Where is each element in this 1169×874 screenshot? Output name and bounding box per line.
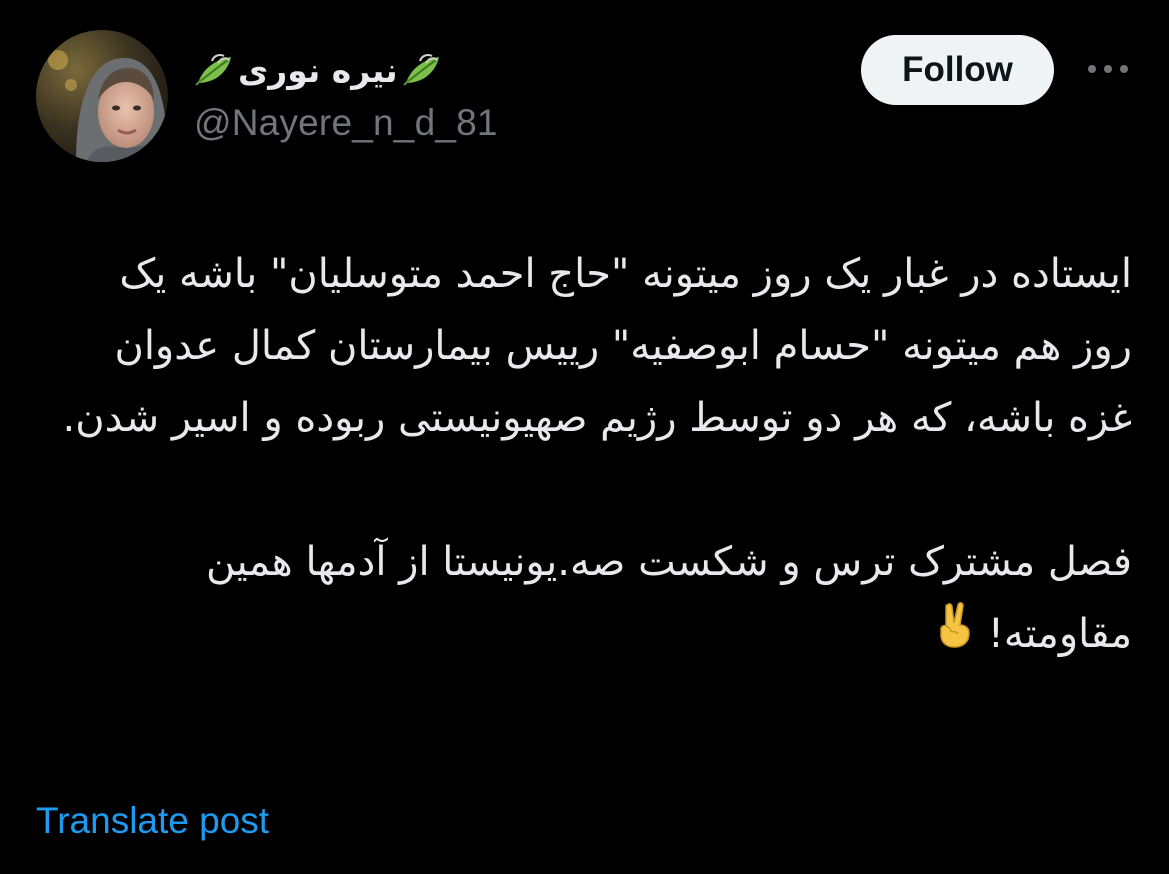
display-name[interactable]: نیره نوری [194, 44, 498, 96]
more-options-icon [1088, 65, 1128, 73]
leaf-emoji-icon [402, 54, 439, 86]
post-header: نیره نوری @Nayere_n_d_81 Follow [36, 30, 1136, 165]
more-options-button[interactable] [1082, 54, 1134, 84]
translate-post-link[interactable]: Translate post [36, 800, 269, 842]
user-avatar[interactable] [36, 30, 168, 162]
post-paragraph-2: فصل مشترک ترس و شکست صه.یونیستا از آدمها… [206, 539, 1132, 657]
victory-hand-icon [935, 600, 975, 672]
post-paragraph-1: ایستاده در غبار یک روز میتونه "حاج احمد … [62, 251, 1132, 441]
author-names: نیره نوری @Nayere_n_d_81 [194, 44, 498, 144]
user-handle[interactable]: @Nayere_n_d_81 [194, 102, 498, 144]
post-text: ایستاده در غبار یک روز میتونه "حاج احمد … [60, 238, 1132, 672]
avatar-photo-icon [36, 30, 168, 162]
follow-button[interactable]: Follow [861, 35, 1054, 105]
display-name-text: نیره نوری [238, 50, 398, 90]
leaf-emoji-icon [195, 54, 231, 86]
